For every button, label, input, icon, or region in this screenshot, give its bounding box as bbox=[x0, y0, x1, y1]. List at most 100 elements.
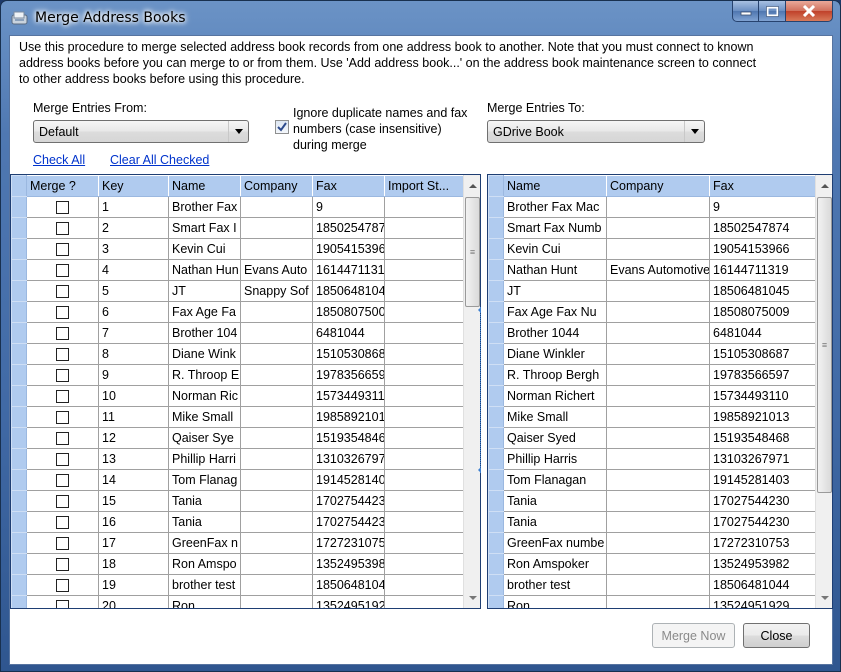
column-header-merge[interactable]: Merge ? bbox=[26, 175, 99, 197]
row-selector[interactable] bbox=[488, 364, 504, 386]
target-table-row[interactable]: Kevin Cui 19054153966 bbox=[488, 238, 817, 260]
merge-checkbox[interactable] bbox=[56, 516, 69, 530]
row-selector[interactable] bbox=[11, 574, 27, 596]
column-header-fax[interactable]: Fax bbox=[709, 175, 817, 197]
scroll-up-arrow-icon[interactable] bbox=[464, 177, 480, 194]
source-table-row[interactable]: 12 Qaiser Sye 1519354846 bbox=[11, 427, 465, 449]
row-selector[interactable] bbox=[11, 196, 27, 218]
row-selector[interactable] bbox=[488, 238, 504, 260]
source-table-row[interactable]: 8 Diane Wink 1510530868 bbox=[11, 343, 465, 365]
source-table-row[interactable]: 16 Tania 1702754423 bbox=[11, 511, 465, 533]
row-selector[interactable] bbox=[488, 448, 504, 470]
merge-checkbox[interactable] bbox=[56, 369, 69, 383]
target-table-row[interactable]: brother test 18506481044 bbox=[488, 574, 817, 596]
target-table-row[interactable]: Fax Age Fax Nu 18508075009 bbox=[488, 301, 817, 323]
row-selector[interactable] bbox=[11, 406, 27, 428]
maximize-button[interactable] bbox=[759, 1, 786, 22]
source-table-row[interactable]: 20 Ron 1352495192 bbox=[11, 595, 465, 608]
source-table-row[interactable]: 4 Nathan Hun Evans Auto 1614471131 bbox=[11, 259, 465, 281]
row-selector[interactable] bbox=[11, 259, 27, 281]
row-selector[interactable] bbox=[11, 322, 27, 344]
merge-checkbox[interactable] bbox=[56, 222, 69, 236]
ignore-duplicates-checkbox[interactable] bbox=[275, 120, 289, 134]
source-table-row[interactable]: 15 Tania 1702754423 bbox=[11, 490, 465, 512]
merge-cell[interactable] bbox=[26, 301, 99, 323]
merge-cell[interactable] bbox=[26, 238, 99, 260]
row-selector[interactable] bbox=[488, 427, 504, 449]
merge-checkbox[interactable] bbox=[56, 453, 69, 467]
target-table-row[interactable]: Tom Flanagan 19145281403 bbox=[488, 469, 817, 491]
row-selector[interactable] bbox=[488, 490, 504, 512]
row-selector[interactable] bbox=[11, 385, 27, 407]
row-selector[interactable] bbox=[11, 553, 27, 575]
merge-cell[interactable] bbox=[26, 595, 99, 608]
row-selector[interactable] bbox=[11, 301, 27, 323]
source-table-row[interactable]: 2 Smart Fax I 1850254787 bbox=[11, 217, 465, 239]
merge-to-dropdown[interactable]: GDrive Book bbox=[487, 120, 705, 143]
target-table-row[interactable]: Brother 1044 6481044 bbox=[488, 322, 817, 344]
row-selector[interactable] bbox=[11, 469, 27, 491]
scrollbar-thumb[interactable]: ≡ bbox=[817, 197, 832, 493]
target-grid-scrollbar[interactable]: ≡ bbox=[815, 175, 832, 608]
source-table-row[interactable]: 7 Brother 104 6481044 bbox=[11, 322, 465, 344]
column-header-fax[interactable]: Fax bbox=[312, 175, 385, 197]
row-selector[interactable] bbox=[488, 406, 504, 428]
row-selector[interactable] bbox=[11, 448, 27, 470]
merge-cell[interactable] bbox=[26, 364, 99, 386]
target-table-row[interactable]: GreenFax numbe 17272310753 bbox=[488, 532, 817, 554]
row-selector[interactable] bbox=[11, 280, 27, 302]
check-all-link[interactable]: Check All bbox=[33, 153, 85, 167]
merge-now-button[interactable]: Merge Now bbox=[652, 623, 735, 648]
title-bar[interactable]: Merge Address Books bbox=[1, 1, 840, 35]
merge-checkbox[interactable] bbox=[56, 390, 69, 404]
merge-checkbox[interactable] bbox=[56, 264, 69, 278]
target-table-row[interactable]: R. Throop Bergh 19783566597 bbox=[488, 364, 817, 386]
target-table-row[interactable]: Ron Amspoker 13524953982 bbox=[488, 553, 817, 575]
source-table-row[interactable]: 17 GreenFax n 1727231075 bbox=[11, 532, 465, 554]
close-window-button[interactable] bbox=[786, 1, 833, 22]
column-header-name[interactable]: Name bbox=[503, 175, 607, 197]
target-table-row[interactable]: Ron 13524951929 bbox=[488, 595, 817, 608]
column-header-name[interactable]: Name bbox=[168, 175, 241, 197]
column-header-key[interactable]: Key bbox=[98, 175, 169, 197]
target-table-row[interactable]: Smart Fax Numb 18502547874 bbox=[488, 217, 817, 239]
merge-checkbox[interactable] bbox=[56, 537, 69, 551]
row-selector[interactable] bbox=[11, 427, 27, 449]
scroll-up-arrow-icon[interactable] bbox=[816, 177, 832, 194]
row-selector[interactable] bbox=[488, 553, 504, 575]
merge-cell[interactable] bbox=[26, 448, 99, 470]
column-header-import-status[interactable]: Import St... bbox=[384, 175, 465, 197]
source-table-row[interactable]: 19 brother test 1850648104 bbox=[11, 574, 465, 596]
merge-cell[interactable] bbox=[26, 385, 99, 407]
panel-splitter[interactable] bbox=[478, 307, 486, 473]
merge-checkbox[interactable] bbox=[56, 432, 69, 446]
source-table-row[interactable]: 13 Phillip Harri 1310326797 bbox=[11, 448, 465, 470]
target-table-row[interactable]: Tania 17027544230 bbox=[488, 511, 817, 533]
target-table-row[interactable]: Mike Small 19858921013 bbox=[488, 406, 817, 428]
row-selector[interactable] bbox=[488, 322, 504, 344]
merge-cell[interactable] bbox=[26, 553, 99, 575]
source-table-row[interactable]: 5 JT Snappy Sof 1850648104 bbox=[11, 280, 465, 302]
row-selector[interactable] bbox=[488, 574, 504, 596]
merge-cell[interactable] bbox=[26, 322, 99, 344]
scroll-down-arrow-icon[interactable] bbox=[464, 589, 480, 606]
merge-from-dropdown[interactable]: Default bbox=[33, 120, 249, 143]
merge-checkbox[interactable] bbox=[56, 201, 69, 215]
merge-checkbox[interactable] bbox=[56, 495, 69, 509]
target-table-row[interactable]: Nathan Hunt Evans Automotive 16144711319 bbox=[488, 259, 817, 281]
row-selector[interactable] bbox=[11, 238, 27, 260]
target-table-row[interactable]: Qaiser Syed 15193548468 bbox=[488, 427, 817, 449]
row-selector[interactable] bbox=[11, 532, 27, 554]
merge-checkbox[interactable] bbox=[56, 327, 69, 341]
source-table-row[interactable]: 3 Kevin Cui 1905415396 bbox=[11, 238, 465, 260]
row-selector[interactable] bbox=[11, 364, 27, 386]
source-table-row[interactable]: 18 Ron Amspo 1352495398 bbox=[11, 553, 465, 575]
merge-checkbox[interactable] bbox=[56, 348, 69, 362]
row-selector[interactable] bbox=[488, 343, 504, 365]
merge-checkbox[interactable] bbox=[56, 411, 69, 425]
source-table-row[interactable]: 1 Brother Fax 9 bbox=[11, 196, 465, 218]
target-table-row[interactable]: Brother Fax Mac 9 bbox=[488, 196, 817, 218]
row-selector[interactable] bbox=[488, 280, 504, 302]
close-button[interactable]: Close bbox=[743, 623, 810, 648]
row-selector[interactable] bbox=[488, 511, 504, 533]
